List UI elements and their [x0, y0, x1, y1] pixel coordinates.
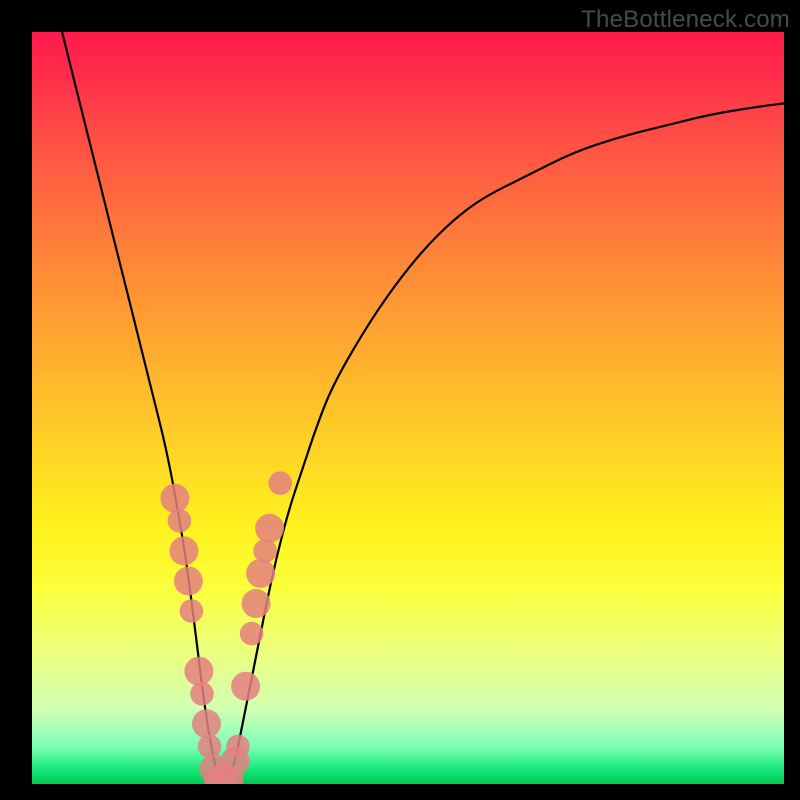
data-marker [240, 622, 264, 646]
data-marker [190, 682, 214, 706]
data-marker [192, 709, 221, 738]
data-marker [255, 514, 284, 543]
data-marker [231, 672, 260, 701]
marker-group [160, 471, 292, 784]
data-marker [168, 509, 192, 533]
data-marker [246, 559, 275, 588]
data-marker [242, 589, 271, 618]
data-marker [253, 539, 277, 563]
bottleneck-curve [62, 32, 784, 784]
data-marker [184, 657, 213, 686]
curve-layer [32, 32, 784, 784]
data-marker [169, 536, 198, 565]
watermark-text: TheBottleneck.com [581, 6, 790, 34]
chart-frame: TheBottleneck.com [0, 0, 800, 800]
data-marker [174, 567, 203, 596]
data-marker [198, 735, 222, 759]
data-marker [160, 484, 189, 513]
data-marker [268, 471, 292, 495]
data-marker [226, 735, 250, 759]
plot-area [32, 32, 784, 784]
data-marker [180, 599, 204, 623]
